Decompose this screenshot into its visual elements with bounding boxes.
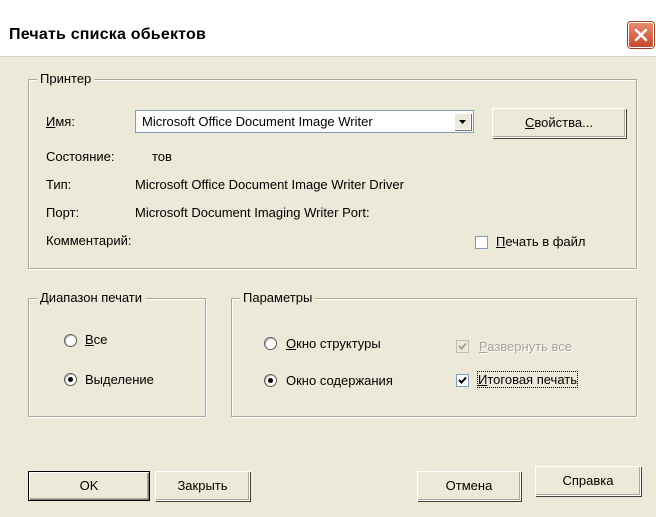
range-all-label[interactable]: Все — [85, 332, 107, 347]
print-range-legend: Диапазон печати — [37, 290, 146, 305]
checkmark-icon — [458, 376, 467, 384]
parameters-legend: Параметры — [240, 290, 316, 305]
printer-state-value: тов — [152, 149, 172, 164]
print-to-file-label[interactable]: Печать в файл — [496, 234, 586, 249]
dialog-title: Печать списка обьектов — [9, 26, 206, 43]
radio-selected-dot — [68, 377, 73, 382]
close-window-button[interactable] — [628, 22, 654, 48]
printer-type-value: Microsoft Office Document Image Writer D… — [135, 177, 404, 192]
ok-button[interactable]: OK — [28, 471, 150, 501]
radio-selected-dot — [268, 378, 273, 383]
printer-state-label: Состояние: — [46, 149, 115, 164]
range-all-radio[interactable] — [64, 334, 77, 347]
structure-window-radio[interactable] — [264, 337, 277, 350]
dropdown-arrow-button[interactable] — [454, 113, 471, 130]
help-button-label: Справка — [562, 473, 614, 488]
ok-button-label: OK — [79, 478, 99, 493]
properties-button-label: Свойства... — [525, 115, 593, 130]
content-window-radio[interactable] — [264, 374, 277, 387]
close-button-label: Закрыть — [177, 478, 228, 493]
printer-legend: Принтер — [37, 71, 95, 86]
summary-print-checkbox[interactable] — [456, 374, 469, 387]
structure-window-label[interactable]: Окно структуры — [286, 336, 381, 351]
content-window-label[interactable]: Окно содержания — [286, 373, 393, 388]
printer-comment-label: Комментарий: — [46, 233, 132, 248]
expand-all-checkbox — [456, 340, 469, 353]
cancel-button[interactable]: Отмена — [417, 471, 521, 501]
printer-port-value: Microsoft Document Imaging Writer Port: — [135, 205, 370, 220]
range-selection-radio[interactable] — [64, 373, 77, 386]
printer-type-label: Тип: — [46, 177, 72, 192]
expand-all-label: Развернуть все — [479, 339, 573, 354]
range-selection-label[interactable]: Выделение — [85, 372, 154, 387]
printer-port-label: Порт: — [46, 205, 80, 220]
help-button[interactable]: Справка — [535, 466, 641, 496]
properties-button[interactable]: Свойства... — [492, 108, 626, 138]
close-icon — [634, 28, 648, 42]
print-to-file-checkbox[interactable] — [475, 236, 488, 249]
print-range-group: Диапазон печати — [28, 290, 206, 417]
chevron-down-icon — [459, 120, 466, 124]
checkmark-icon — [458, 342, 467, 350]
close-button[interactable]: Закрыть — [155, 471, 250, 501]
print-object-list-dialog: Печать списка обьектов Принтер Имя: Micr… — [0, 0, 656, 517]
summary-print-label[interactable]: Итоговая печать — [477, 371, 578, 388]
cancel-button-label: Отмена — [445, 478, 493, 493]
printer-name-value: Microsoft Office Document Image Writer — [142, 114, 373, 129]
title-bar[interactable]: Печать списка обьектов — [0, 0, 656, 57]
parameters-group: Параметры — [231, 290, 637, 417]
printer-name-select[interactable]: Microsoft Office Document Image Writer — [135, 110, 474, 133]
printer-name-label: Имя: — [46, 114, 75, 129]
